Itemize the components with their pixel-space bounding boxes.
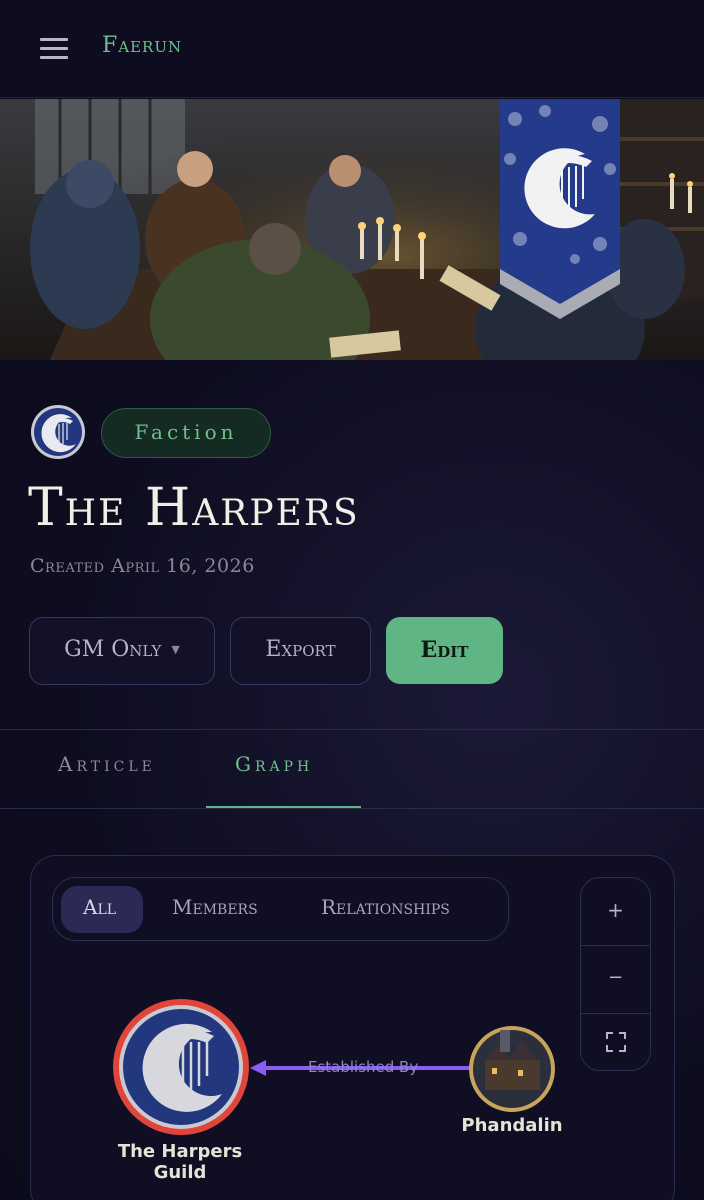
edit-button[interactable]: Edit — [386, 617, 503, 684]
tab-graph[interactable]: Graph — [235, 752, 313, 776]
page-title: The Harpers — [28, 478, 360, 538]
graph-node-phandalin[interactable] — [469, 1026, 555, 1112]
chevron-down-icon: ▼ — [171, 643, 180, 656]
tabs-divider-top — [0, 729, 704, 730]
tab-article[interactable]: Article — [58, 752, 156, 776]
zoom-separator — [581, 945, 650, 946]
graph-node-label-line: Guild — [153, 1162, 207, 1183]
visibility-dropdown[interactable]: GM Only ▼ — [29, 617, 215, 685]
graph-node-label-line: The Harpers — [117, 1141, 243, 1162]
entity-type-badge: Faction — [101, 408, 271, 458]
filter-members-button[interactable]: Members — [172, 895, 258, 919]
banner-scene — [0, 99, 704, 360]
graph-edge-label: Established By — [308, 1058, 419, 1076]
filter-relationships-button[interactable]: Relationships — [321, 895, 450, 919]
graph-node-label-harpers: The Harpers Guild — [100, 1141, 260, 1183]
graph-edge-arrow — [250, 1060, 266, 1076]
banner-image — [0, 99, 704, 360]
tabs-divider-bottom — [0, 808, 704, 809]
filter-all-label[interactable]: All — [83, 895, 116, 919]
app-title[interactable]: Faerun — [102, 33, 182, 58]
graph-node-harpers-guild[interactable] — [113, 999, 249, 1135]
created-date: Created April 16, 2026 — [30, 555, 255, 577]
export-button[interactable]: Export — [230, 617, 371, 685]
hamburger-menu-icon[interactable] — [40, 38, 68, 60]
zoom-in-button[interactable]: + — [581, 880, 650, 944]
visibility-dropdown-label: GM Only — [64, 637, 162, 662]
graph-node-label-phandalin: Phandalin — [461, 1115, 563, 1136]
top-bar: Faerun — [0, 0, 704, 98]
harp-crescent-emblem-icon — [31, 405, 85, 459]
